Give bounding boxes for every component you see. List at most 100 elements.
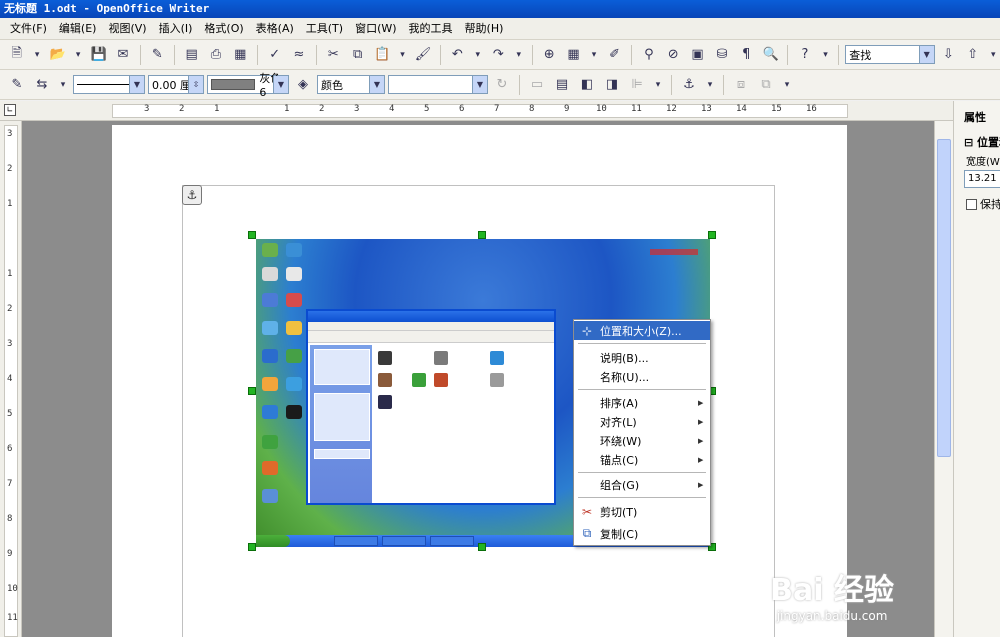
preview-icon[interactable]: ▦	[230, 44, 251, 66]
save-icon[interactable]: 💾	[88, 44, 109, 66]
pdf-icon[interactable]: ▤	[181, 44, 202, 66]
line-color-combo[interactable]: 灰色 6 ▼	[207, 72, 289, 99]
menu-help[interactable]: 帮助(H)	[459, 18, 510, 40]
cut-icon[interactable]: ✂	[323, 44, 344, 66]
arrow-style-icon[interactable]: ⇆	[31, 74, 53, 96]
draw-icon[interactable]: ✐	[604, 44, 625, 66]
anchor-icon[interactable]: ⚓	[678, 74, 700, 96]
datasource-icon[interactable]: ⛁	[711, 44, 732, 66]
chevron-down-icon[interactable]: ▼	[273, 76, 288, 93]
menu-item-name[interactable]: 名称(U)...	[574, 367, 710, 386]
menu-item-wrap[interactable]: 环绕(W) ▶	[574, 431, 710, 450]
menu-item-description[interactable]: 说明(B)...	[574, 348, 710, 367]
menu-item-cut[interactable]: ✂ 剪切(T)	[574, 502, 710, 521]
area-value-combo[interactable]: ▼	[388, 75, 488, 94]
print-icon[interactable]: ⎙	[205, 44, 226, 66]
find-combo[interactable]: 查找 ▼	[845, 45, 935, 64]
horizontal-ruler[interactable]: 3 2 1 1 2 3 4 5 6 7 8 9 10 11 12 13 14 1…	[0, 101, 953, 121]
toolbar-overflow-icon[interactable]: ▾	[780, 74, 794, 96]
toolbar-overflow-icon[interactable]: ▾	[986, 44, 1000, 66]
redo-icon[interactable]: ↷	[488, 44, 509, 66]
menu-edit[interactable]: 编辑(E)	[53, 18, 103, 40]
menu-file[interactable]: 文件(F)	[4, 18, 53, 40]
chevron-down-icon[interactable]: ▼	[472, 76, 487, 93]
sidebar-section-position-size[interactable]: ⊟ 位置和大小	[964, 134, 1000, 150]
anchor-icon[interactable]: ⚓	[182, 185, 202, 205]
nonprint-icon[interactable]: ¶	[736, 44, 757, 66]
menu-item-anchor[interactable]: 锚点(C) ▶	[574, 450, 710, 469]
chevron-down-icon[interactable]: ▼	[918, 46, 934, 63]
find-previous-icon[interactable]: ⇧	[962, 44, 983, 66]
undo-icon[interactable]: ↶	[447, 44, 468, 66]
menu-format[interactable]: 格式(O)	[198, 18, 249, 40]
area-style-combo[interactable]: 颜色 ▼	[317, 75, 385, 94]
width-input[interactable]: 13.21	[964, 170, 1000, 188]
menu-my-tools[interactable]: 我的工具	[403, 18, 459, 40]
gallery-icon[interactable]: ▣	[687, 44, 708, 66]
checkbox[interactable]	[966, 198, 977, 210]
line-style-icon[interactable]: ✎	[6, 74, 28, 96]
menu-tools[interactable]: 工具(T)	[300, 18, 349, 40]
area-fill-icon[interactable]: ◈	[292, 74, 314, 96]
menu-item-group[interactable]: 组合(G) ▶	[574, 475, 710, 494]
new-dropdown-icon[interactable]: ▾	[30, 44, 44, 66]
selection-handle-left[interactable]	[248, 387, 256, 395]
wrap-page-icon[interactable]: ▤	[551, 74, 573, 96]
keep-ratio-checkbox[interactable]: 保持比例	[966, 196, 1000, 212]
redo-dropdown-icon[interactable]: ▾	[512, 44, 526, 66]
group-icon[interactable]: ⧈	[730, 74, 752, 96]
format-brush-icon[interactable]: 🖌	[412, 44, 433, 66]
menu-table[interactable]: 表格(A)	[250, 18, 300, 40]
vertical-ruler[interactable]: 3 2 1 1 2 3 4 5 6 7 8 9 10 11	[0, 121, 22, 637]
align-dropdown-icon[interactable]: ▾	[651, 74, 665, 96]
line-width-spin[interactable]: 0.00 厘米 ⇳	[148, 75, 204, 94]
bring-front-icon[interactable]: ◧	[576, 74, 598, 96]
table-dropdown-icon[interactable]: ▾	[587, 44, 601, 66]
selection-handle-top-left[interactable]	[248, 231, 256, 239]
vertical-scrollbar[interactable]	[934, 121, 953, 637]
anchor-dropdown-icon[interactable]: ▾	[703, 74, 717, 96]
document-canvas[interactable]: ⚓ Bai 经验 jingyan.baidu.com	[22, 121, 934, 637]
new-icon[interactable]: 🗎	[6, 44, 27, 66]
find-next-icon[interactable]: ⇩	[938, 44, 959, 66]
ungroup-icon[interactable]: ⧉	[755, 74, 777, 96]
hyperlink-icon[interactable]: ⊕	[539, 44, 560, 66]
menu-item-position-size[interactable]: ⊹ 位置和大小(Z)...	[574, 321, 710, 340]
wrap-off-icon[interactable]: ▭	[526, 74, 548, 96]
help-icon[interactable]: ?	[794, 44, 815, 66]
menu-insert[interactable]: 插入(I)	[153, 18, 199, 40]
line-style-combo[interactable]: ▼	[73, 75, 145, 94]
open-icon[interactable]: 📂	[47, 44, 68, 66]
menu-item-arrange[interactable]: 排序(A) ▶	[574, 393, 710, 412]
email-icon[interactable]: ✉	[112, 44, 133, 66]
tab-stop-selector[interactable]: ∟	[4, 104, 16, 116]
arrow-style-dropdown-icon[interactable]: ▾	[56, 74, 70, 96]
paste-dropdown-icon[interactable]: ▾	[396, 44, 410, 66]
chevron-down-icon[interactable]: ▼	[129, 76, 144, 93]
menu-view[interactable]: 视图(V)	[102, 18, 152, 40]
selection-handle-bottom[interactable]	[478, 543, 486, 551]
menu-item-copy[interactable]: ⧉ 复制(C)	[574, 524, 710, 543]
table-icon[interactable]: ▦	[563, 44, 584, 66]
send-back-icon[interactable]: ◨	[601, 74, 623, 96]
rotate-icon[interactable]: ↻	[491, 74, 513, 96]
scrollbar-thumb[interactable]	[937, 139, 951, 457]
open-dropdown-icon[interactable]: ▾	[71, 44, 85, 66]
find-icon[interactable]: ⚲	[638, 44, 659, 66]
menu-window[interactable]: 窗口(W)	[349, 18, 402, 40]
align-icon[interactable]: ⊫	[626, 74, 648, 96]
help-dropdown-icon[interactable]: ▾	[819, 44, 833, 66]
selection-handle-top-right[interactable]	[708, 231, 716, 239]
menu-item-align[interactable]: 对齐(L) ▶	[574, 412, 710, 431]
navigator-icon[interactable]: ⊘	[663, 44, 684, 66]
zoom-icon[interactable]: 🔍	[760, 44, 781, 66]
spin-icon[interactable]: ⇳	[188, 76, 203, 93]
selection-handle-top[interactable]	[478, 231, 486, 239]
copy-icon[interactable]: ⧉	[347, 44, 368, 66]
spellcheck-icon[interactable]: ✓	[264, 44, 285, 66]
selection-handle-bottom-left[interactable]	[248, 543, 256, 551]
autospell-icon[interactable]: ≈	[288, 44, 309, 66]
edit-icon[interactable]: ✎	[147, 44, 168, 66]
chevron-down-icon[interactable]: ▼	[369, 76, 384, 93]
undo-dropdown-icon[interactable]: ▾	[471, 44, 485, 66]
